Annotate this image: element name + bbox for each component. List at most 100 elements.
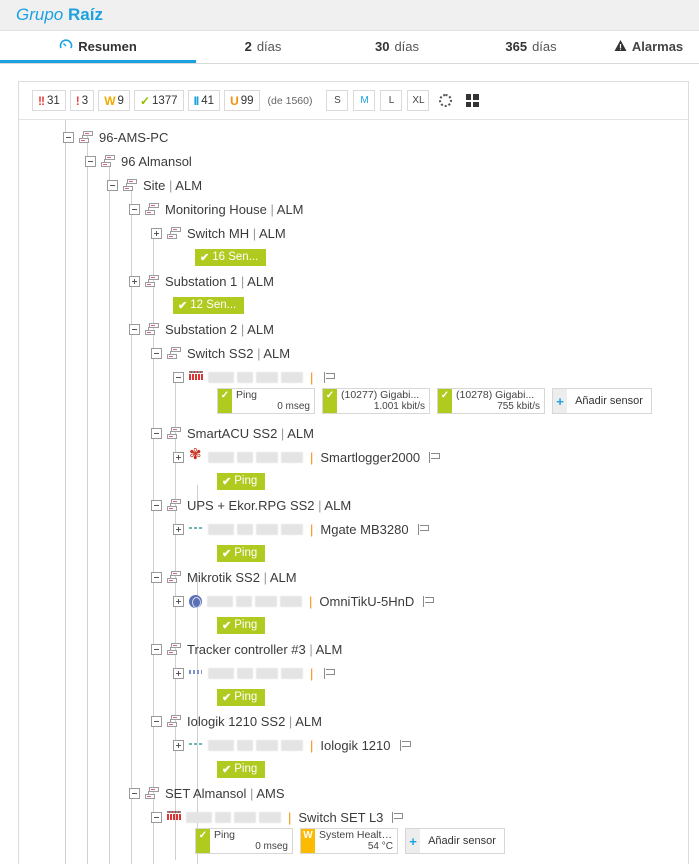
status-badge-unusual[interactable]: U 99 xyxy=(224,90,260,111)
group-row[interactable]: Monitoring House | ALM xyxy=(129,198,304,220)
group-expander[interactable] xyxy=(151,227,162,239)
group-expander[interactable] xyxy=(129,787,140,799)
device-row[interactable]: | Smartlogger2000 xyxy=(173,446,441,468)
device-expander[interactable] xyxy=(173,523,184,535)
tab-alarmas[interactable]: Alarmas xyxy=(598,30,699,63)
group-row[interactable]: Site | ALM xyxy=(107,174,202,196)
add-sensor-button[interactable]: + Añadir sensor xyxy=(552,388,652,414)
device-row[interactable]: | OmniTikU-5HnD xyxy=(173,590,435,612)
tab-2-días[interactable]: 2 días xyxy=(196,30,330,63)
sensor-summary-pill[interactable]: ✔ 16 Sen... xyxy=(195,248,267,266)
sensor-summary-pill-row: ✔ Ping xyxy=(217,758,266,780)
status-badge-w[interactable]: W9 xyxy=(98,90,130,111)
group-row[interactable]: Tracker controller #3 | ALM xyxy=(151,638,342,660)
sensor-card[interactable]: ✓ Ping 0 mseg xyxy=(195,828,293,854)
group-expander[interactable] xyxy=(85,155,96,167)
device-row[interactable]: | Mgate MB3280 xyxy=(173,518,430,540)
group-suffix: ALM xyxy=(263,345,291,361)
status-badge-ok[interactable]: ✓ 1377 xyxy=(133,90,184,111)
group-label: Monitoring House | ALM xyxy=(165,202,304,217)
device-separator: | xyxy=(310,521,314,537)
group-suffix: ALM xyxy=(259,225,286,241)
sensor-summary-pill[interactable]: ✔ 12 Sen... xyxy=(173,296,245,314)
device-expander[interactable] xyxy=(173,595,184,607)
size-button-m[interactable]: M xyxy=(353,90,376,111)
size-button-l[interactable]: L xyxy=(380,90,403,111)
status-badge-warning[interactable]: ! 3 xyxy=(69,90,95,111)
tab-365-días[interactable]: 365 días xyxy=(464,30,598,63)
grid-view-icon[interactable] xyxy=(461,90,483,111)
size-button-xl[interactable]: XL xyxy=(407,90,430,111)
device-model-label: Mgate MB3280 xyxy=(320,521,409,537)
group-expander[interactable] xyxy=(151,571,162,583)
device-row[interactable]: | Iologik 1210 xyxy=(173,734,412,756)
device-row[interactable]: | Switch SET L3 xyxy=(151,806,404,828)
group-expander[interactable] xyxy=(129,203,140,215)
sensor-summary-pill-row: ✔ Ping xyxy=(217,470,266,492)
sensor-card[interactable]: ✓ Ping 0 mseg xyxy=(217,388,315,414)
gear-icon[interactable] xyxy=(434,90,456,111)
status-badge-pause[interactable]: II 41 xyxy=(187,90,221,111)
tab-label: días xyxy=(256,39,282,54)
tab-resumen[interactable]: Resumen xyxy=(0,30,196,63)
tree-guide-line xyxy=(109,162,110,864)
flag-icon[interactable] xyxy=(392,811,404,823)
group-expander[interactable] xyxy=(63,131,74,143)
group-expander[interactable] xyxy=(129,323,140,335)
group-row[interactable]: SET Almansol | AMS xyxy=(129,782,284,804)
device-row[interactable]: | xyxy=(173,366,336,388)
group-row[interactable]: Iologik 1210 SS2 | ALM xyxy=(151,710,322,732)
group-expander[interactable] xyxy=(151,715,162,727)
flag-icon[interactable] xyxy=(429,451,441,463)
size-button-s[interactable]: S xyxy=(326,90,349,111)
sensor-summary-pill[interactable]: ✔ Ping xyxy=(217,616,266,634)
sensor-card[interactable]: ✓ (10277) Gigabi... 1.001 kbit/s xyxy=(322,388,430,414)
group-row[interactable]: Substation 2 | ALM xyxy=(129,318,274,340)
sensor-card[interactable]: ✓ (10278) Gigabi... 755 kbit/s xyxy=(437,388,545,414)
group-expander[interactable] xyxy=(151,427,162,439)
group-separator: | xyxy=(314,497,325,513)
group-row[interactable]: Switch SS2 | ALM xyxy=(151,342,290,364)
group-row[interactable]: Substation 1 | ALM xyxy=(129,270,274,292)
device-expander[interactable] xyxy=(173,451,184,463)
flag-icon[interactable] xyxy=(324,667,336,679)
sensor-summary-pill[interactable]: ✔ Ping xyxy=(217,544,266,562)
group-expander[interactable] xyxy=(151,643,162,655)
group-separator: | xyxy=(253,345,264,361)
group-expander[interactable] xyxy=(107,179,118,191)
sensor-card[interactable]: W System Health ... 54 °C xyxy=(300,828,398,854)
flag-icon[interactable] xyxy=(417,523,430,535)
group-row[interactable]: 96 Almansol xyxy=(85,150,192,172)
flag-icon[interactable] xyxy=(399,739,412,751)
group-row[interactable]: Mikrotik SS2 | ALM xyxy=(151,566,297,588)
device-row[interactable]: | xyxy=(173,662,336,684)
group-name: UPS + Ekor.RPG SS2 xyxy=(187,497,315,513)
moxa-icon xyxy=(189,739,203,751)
device-expander[interactable] xyxy=(173,739,184,751)
device-expander[interactable] xyxy=(173,667,184,679)
flag-icon[interactable] xyxy=(423,595,435,607)
group-separator: | xyxy=(237,273,248,289)
sensor-summary-pill[interactable]: ✔ Ping xyxy=(217,472,266,490)
group-row[interactable]: 96-AMS-PC xyxy=(63,126,168,148)
sensor-summary-pill[interactable]: ✔ Ping xyxy=(217,688,266,706)
sensor-status-icon: ✓ xyxy=(438,389,452,413)
group-expander[interactable] xyxy=(129,275,140,287)
group-expander[interactable] xyxy=(151,347,162,359)
status-badge-down[interactable]: !! 31 xyxy=(32,90,66,111)
sensor-status-icon: ✓ xyxy=(196,829,210,853)
device-expander[interactable] xyxy=(151,811,162,823)
group-name: Monitoring House xyxy=(165,201,267,217)
add-sensor-button[interactable]: + Añadir sensor xyxy=(405,828,505,854)
group-row[interactable]: Switch MH | ALM xyxy=(151,222,286,244)
tab-30-días[interactable]: 30 días xyxy=(330,30,464,63)
group-expander[interactable] xyxy=(151,499,162,511)
flag-icon[interactable] xyxy=(324,371,336,383)
sensor-summary-pill[interactable]: ✔ Ping xyxy=(217,760,266,778)
sensor-status-icon: ✓ xyxy=(323,389,337,413)
badge-count: 31 xyxy=(47,94,60,107)
check-icon: ✔ xyxy=(222,619,232,632)
group-row[interactable]: SmartACU SS2 | ALM xyxy=(151,422,314,444)
group-row[interactable]: UPS + Ekor.RPG SS2 | ALM xyxy=(151,494,351,516)
device-expander[interactable] xyxy=(173,371,184,383)
